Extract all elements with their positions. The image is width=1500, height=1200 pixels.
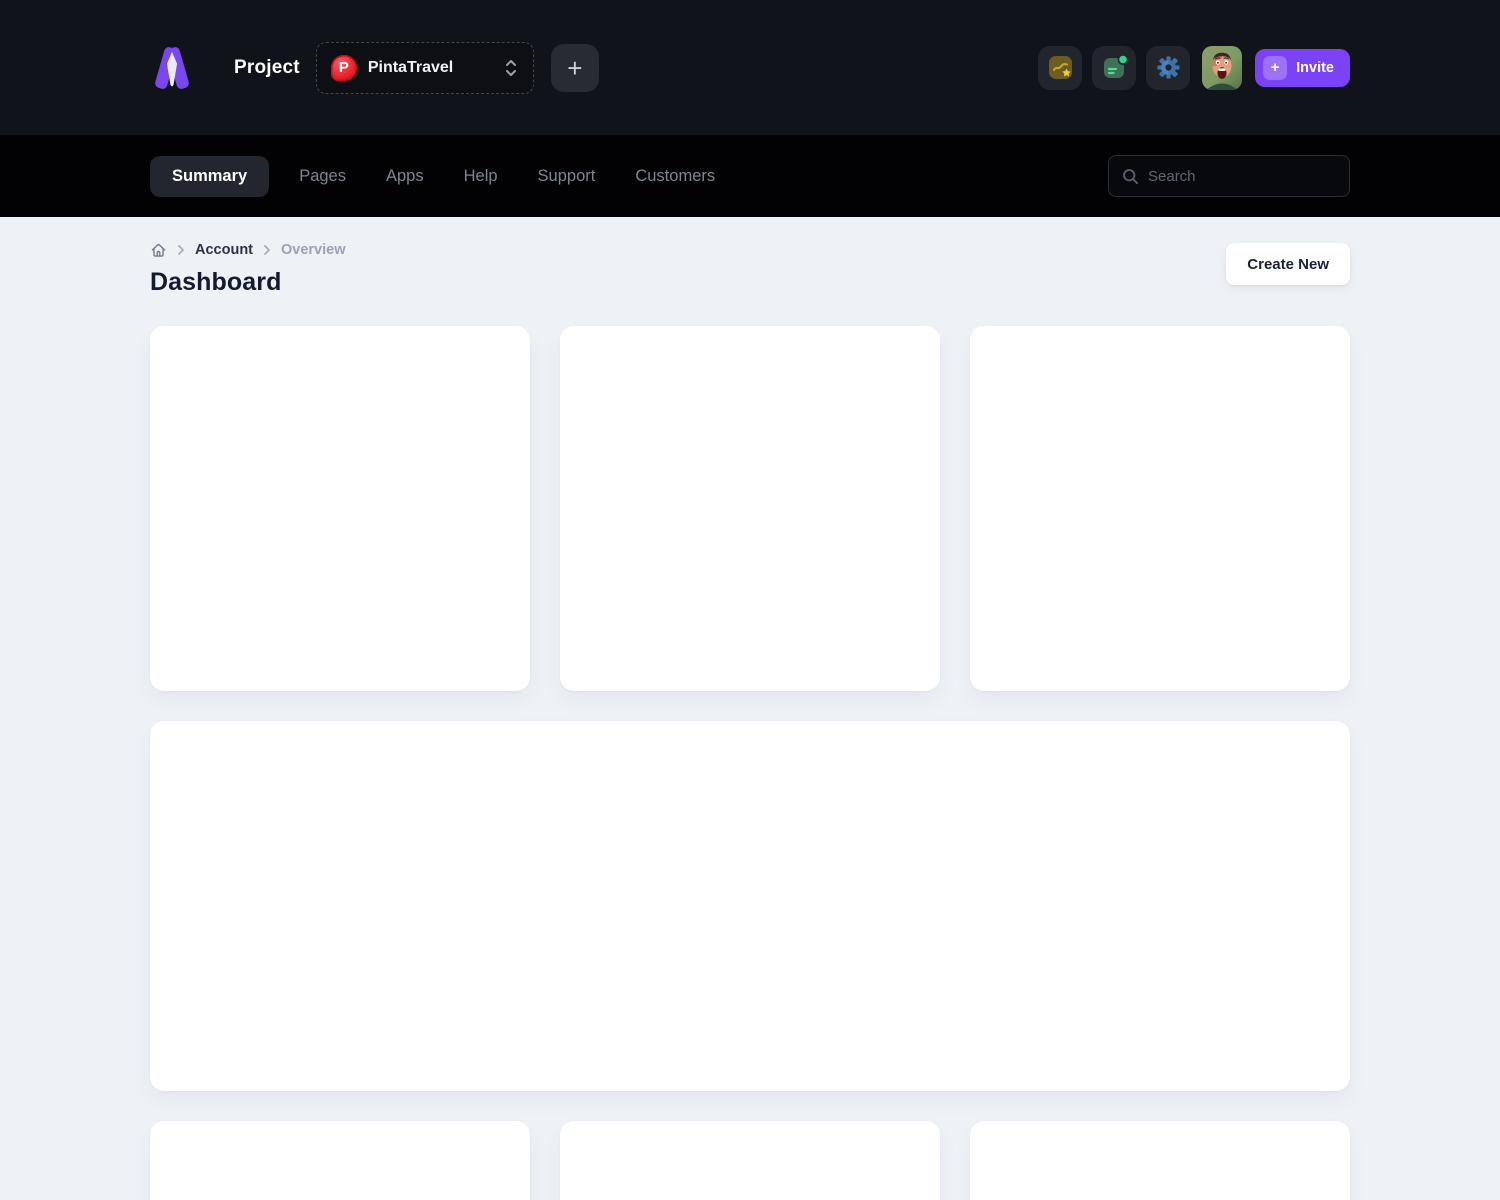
tab-apps[interactable]: Apps (376, 156, 434, 197)
brand-logo-icon[interactable] (150, 45, 194, 91)
placeholder-card-3 (970, 326, 1350, 691)
search-input[interactable] (1148, 168, 1336, 185)
placeholder-card-5 (560, 1121, 940, 1200)
add-project-button[interactable]: + (551, 44, 599, 92)
header-actions: + Invite (1038, 46, 1350, 90)
bottom-cards-row (150, 1121, 1350, 1200)
placeholder-card-1 (150, 326, 530, 691)
chevron-right-icon (176, 244, 186, 256)
placeholder-card-2 (560, 326, 940, 691)
project-selector-dropdown[interactable]: P PintaTravel (316, 42, 534, 94)
search-box[interactable] (1108, 155, 1350, 197)
tab-pages[interactable]: Pages (289, 156, 356, 197)
gear-icon (1155, 54, 1182, 81)
notes-button[interactable] (1092, 46, 1136, 90)
breadcrumb-account[interactable]: Account (195, 242, 253, 258)
analytics-star-icon (1047, 54, 1074, 81)
tab-support[interactable]: Support (528, 156, 606, 197)
main-navbar: Summary Pages Apps Help Support Customer… (0, 135, 1500, 217)
analytics-button[interactable] (1038, 46, 1082, 90)
home-icon[interactable] (150, 242, 167, 259)
tab-summary[interactable]: Summary (150, 156, 269, 197)
create-new-button[interactable]: Create New (1226, 243, 1350, 285)
tab-customers[interactable]: Customers (625, 156, 725, 197)
top-cards-row (150, 326, 1350, 691)
page-head-row: Account Overview Dashboard Create New (150, 241, 1350, 297)
nav-tabs: Summary Pages Apps Help Support Customer… (150, 156, 725, 197)
user-avatar[interactable] (1202, 46, 1242, 90)
project-logo-icon: P (331, 55, 357, 81)
page-title: Dashboard (150, 268, 346, 297)
search-icon (1122, 168, 1139, 185)
plus-icon: + (1263, 56, 1287, 80)
notes-icon (1101, 54, 1128, 81)
chevron-up-down-icon (503, 58, 519, 78)
breadcrumb-and-title: Account Overview Dashboard (150, 241, 346, 297)
placeholder-card-6 (970, 1121, 1350, 1200)
content-area: Account Overview Dashboard Create New (0, 217, 1500, 1200)
breadcrumb: Account Overview (150, 241, 346, 259)
tab-help[interactable]: Help (454, 156, 508, 197)
invite-button[interactable]: + Invite (1255, 49, 1350, 87)
settings-button[interactable] (1146, 46, 1190, 90)
invite-button-label: Invite (1296, 60, 1334, 76)
project-name: PintaTravel (368, 59, 503, 77)
breadcrumb-overview: Overview (281, 242, 346, 258)
chevron-right-icon (262, 244, 272, 256)
top-header: Project P PintaTravel + (0, 0, 1500, 135)
placeholder-card-wide (150, 721, 1350, 1091)
project-label: Project (234, 57, 300, 79)
placeholder-card-4 (150, 1121, 530, 1200)
